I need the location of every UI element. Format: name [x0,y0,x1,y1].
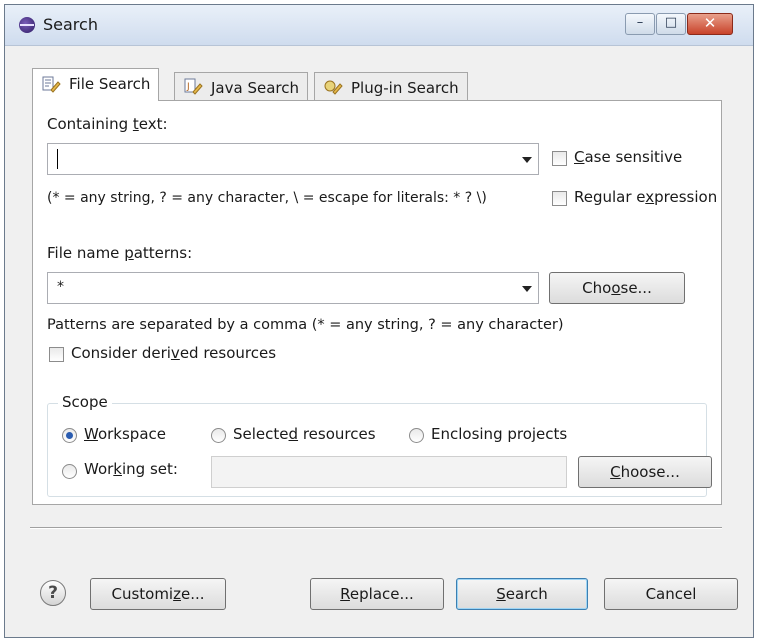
file-name-patterns-value[interactable]: * [57,279,64,295]
customize-button[interactable]: Customize... [90,578,226,610]
tab-plugin-search[interactable]: Plug-in Search [314,72,468,100]
file-name-patterns-combo[interactable]: * [47,272,539,304]
patterns-hint: Patterns are separated by a comma (* = a… [47,317,564,333]
case-sensitive-label[interactable]: Case sensitive [574,148,682,166]
workspace-radio[interactable] [62,428,77,443]
plugin-search-icon [324,80,343,95]
cancel-button[interactable]: Cancel [604,578,738,610]
containing-text-combo[interactable] [47,143,539,175]
enclosing-projects-label[interactable]: Enclosing projects [431,425,567,443]
close-icon: ✕ [703,14,717,32]
minimize-button[interactable]: – [625,13,655,35]
replace-button[interactable]: Replace... [310,578,444,610]
file-search-icon [42,76,61,93]
footer-separator-highlight [30,528,722,529]
containing-text-hint: (* = any string, ? = any character, \ = … [47,190,487,206]
file-search-panel: Containing text: Case sensitive (* = any… [32,100,722,505]
eclipse-logo-icon [19,17,35,33]
close-button[interactable]: ✕ [687,13,733,35]
workspace-label[interactable]: Workspace [84,425,166,443]
tab-label: Java Search [211,79,299,97]
svg-text:J: J [186,82,190,92]
file-name-patterns-label: File name patterns: [47,244,193,262]
derived-resources-checkbox[interactable] [49,347,64,362]
tab-java-search[interactable]: J Java Search [174,72,308,100]
enclosing-projects-radio[interactable] [409,428,424,443]
java-search-icon: J [184,78,203,95]
tab-label: Plug-in Search [351,79,459,97]
search-button[interactable]: Search [456,578,588,610]
help-icon[interactable]: ? [40,580,66,606]
working-set-label[interactable]: Working set: [84,460,178,478]
working-set-radio[interactable] [62,464,77,479]
choose-working-set-button[interactable]: Choose... [578,456,712,488]
scope-legend: Scope [58,393,112,411]
derived-resources-label[interactable]: Consider derived resources [71,344,276,362]
tab-label: File Search [69,75,151,93]
maximize-icon: □ [664,15,678,30]
dropdown-arrow-icon[interactable] [522,157,532,163]
title-bar[interactable]: Search – □ ✕ [5,5,753,46]
working-set-input [211,456,567,488]
tab-file-search[interactable]: File Search [32,68,160,101]
regular-expression-label[interactable]: Regular expression [574,188,717,206]
text-cursor [57,149,58,169]
scope-group: Scope Workspace Selected resources Enclo… [47,393,712,497]
selected-resources-radio[interactable] [211,428,226,443]
selected-resources-label[interactable]: Selected resources [233,425,376,443]
dropdown-arrow-icon[interactable] [522,286,532,292]
regular-expression-checkbox[interactable] [552,191,567,206]
window-title: Search [43,15,98,34]
choose-patterns-button[interactable]: Choose... [549,272,685,304]
maximize-button[interactable]: □ [656,13,686,35]
minimize-icon: – [636,15,644,30]
case-sensitive-checkbox[interactable] [552,151,567,166]
containing-text-label: Containing text: [47,115,168,133]
